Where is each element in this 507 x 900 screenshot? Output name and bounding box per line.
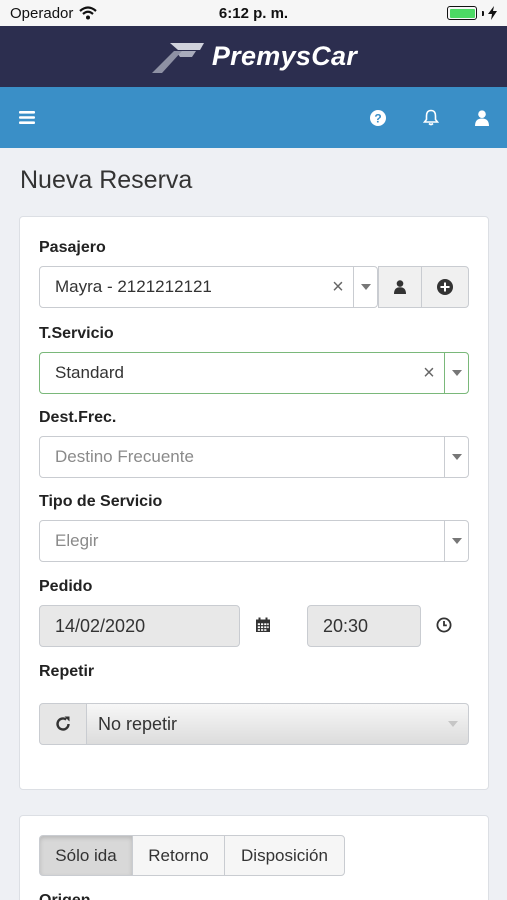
passenger-profile-button[interactable] bbox=[378, 266, 422, 308]
svg-text:?: ? bbox=[374, 111, 381, 125]
repetir-value: No repetir bbox=[98, 713, 178, 734]
carrier-label: Operador bbox=[10, 4, 74, 22]
clock-icon[interactable] bbox=[436, 617, 452, 633]
tab-disposicion[interactable]: Disposición bbox=[224, 835, 345, 876]
chevron-down-icon[interactable] bbox=[444, 437, 468, 477]
tservicio-label: T.Servicio bbox=[39, 325, 114, 342]
plus-circle-icon bbox=[437, 279, 453, 295]
pedido-date-field[interactable]: 14/02/2020 bbox=[39, 605, 240, 647]
repetir-label: Repetir bbox=[39, 663, 95, 680]
carrier-info: Operador bbox=[10, 4, 98, 22]
tservicio-clear-icon[interactable]: × bbox=[414, 362, 444, 385]
chevron-down-icon bbox=[448, 721, 458, 727]
brand-name: PremysCar bbox=[211, 41, 358, 71]
chevron-down-icon[interactable] bbox=[444, 521, 468, 561]
pasajero-select[interactable]: Mayra - 2121212121 × bbox=[39, 266, 378, 308]
destino-frecuente-select[interactable]: Destino Frecuente bbox=[39, 436, 469, 478]
trip-type-segmented: Sólo ida Retorno Disposición bbox=[39, 835, 345, 876]
repeat-refresh-button[interactable] bbox=[39, 703, 87, 745]
chevron-down-icon[interactable] bbox=[444, 353, 468, 393]
tipo-servicio-label: Tipo de Servicio bbox=[39, 493, 163, 510]
tipo-servicio-select[interactable]: Elegir bbox=[39, 520, 469, 562]
tservicio-value: Standard bbox=[55, 363, 124, 382]
brand-logo-icon bbox=[151, 42, 204, 73]
tipo-servicio-placeholder: Elegir bbox=[55, 531, 99, 550]
pasajero-value: Mayra - 2121212121 bbox=[55, 277, 212, 296]
status-bar: Operador 6:12 p. m. bbox=[0, 0, 507, 26]
pasajero-clear-icon[interactable]: × bbox=[323, 276, 353, 299]
add-passenger-button[interactable] bbox=[421, 266, 469, 308]
nav-bar: ? bbox=[0, 87, 507, 148]
trip-card: Sólo ida Retorno Disposición Origen bbox=[19, 815, 489, 900]
tab-retorno[interactable]: Retorno bbox=[132, 835, 225, 876]
destfrec-placeholder: Destino Frecuente bbox=[55, 447, 194, 466]
destfrec-label: Dest.Frec. bbox=[39, 409, 117, 426]
help-icon[interactable]: ? bbox=[363, 87, 393, 148]
page-title: Nueva Reserva bbox=[20, 166, 193, 194]
bell-icon[interactable] bbox=[416, 87, 446, 148]
pasajero-label: Pasajero bbox=[39, 239, 106, 256]
menu-icon[interactable] bbox=[12, 87, 42, 148]
pedido-label: Pedido bbox=[39, 578, 93, 595]
charging-icon bbox=[488, 6, 497, 20]
chevron-down-icon[interactable] bbox=[353, 267, 377, 307]
tab-solo-ida[interactable]: Sólo ida bbox=[39, 835, 133, 876]
tservicio-select[interactable]: Standard × bbox=[39, 352, 469, 394]
user-icon[interactable] bbox=[467, 87, 497, 148]
origen-label: Origen bbox=[39, 892, 91, 900]
wifi-icon bbox=[79, 6, 98, 20]
repetir-select[interactable]: No repetir bbox=[87, 703, 469, 745]
refresh-icon bbox=[56, 716, 70, 731]
battery-icon bbox=[447, 6, 497, 20]
user-icon bbox=[394, 280, 406, 294]
pedido-time-field[interactable]: 20:30 bbox=[307, 605, 421, 647]
calendar-icon[interactable] bbox=[255, 617, 271, 633]
brand-header: PremysCar bbox=[0, 26, 507, 87]
reservation-form-card: Pasajero Mayra - 2121212121 × T.Servicio… bbox=[19, 216, 489, 790]
